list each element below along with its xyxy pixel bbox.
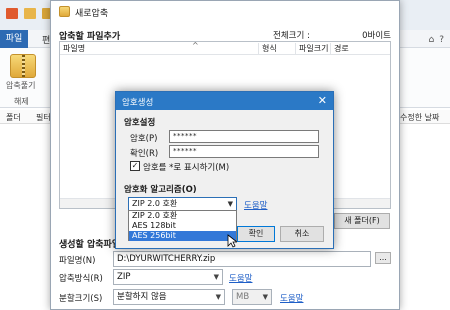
- ok-button[interactable]: 확인: [237, 226, 275, 242]
- window-titlebar[interactable]: 새로압축: [51, 1, 399, 23]
- algorithm-option-highlighted[interactable]: AES 256bit: [129, 231, 236, 241]
- extract-label: 압축풀기: [6, 81, 36, 90]
- chevron-down-icon: ▼: [213, 273, 219, 281]
- cancel-button[interactable]: 취소: [280, 226, 324, 242]
- total-size-label: 전체크기 :: [273, 31, 310, 41]
- confirm-password-label: 확인(R): [130, 149, 159, 159]
- save-icon[interactable]: [6, 8, 18, 19]
- split-label: 분할크기(S): [59, 294, 103, 304]
- split-select[interactable]: 분할하지 않음 ▼: [113, 289, 225, 305]
- algorithm-dropdown-list: ZIP 2.0 호환 AES 128bit AES 256bit: [128, 210, 237, 241]
- algorithm-group-title: 암호화 알고리즘(O): [124, 185, 197, 195]
- home-icon[interactable]: ⌂: [429, 35, 435, 45]
- output-archive-group-title: 생성할 압축파일: [59, 240, 121, 250]
- algorithm-option[interactable]: ZIP 2.0 호환: [129, 211, 236, 221]
- algorithm-option[interactable]: AES 128bit: [129, 221, 236, 231]
- column-filename[interactable]: 파일명: [60, 43, 85, 54]
- ribbon-right-icons: ⌂ ?: [429, 35, 445, 45]
- dialog-title: 암호생성: [122, 98, 154, 108]
- open-folder-icon[interactable]: [24, 8, 36, 19]
- split-select-value: 분할하지 않음: [117, 292, 167, 302]
- column-modified-date[interactable]: 수정한 날짜: [400, 112, 439, 123]
- release-label: 해제: [14, 97, 29, 106]
- confirm-password-field[interactable]: ******: [169, 145, 319, 158]
- mouse-pointer-icon: [227, 234, 237, 248]
- help-icon[interactable]: ?: [439, 35, 444, 45]
- close-icon[interactable]: ✕: [318, 94, 327, 107]
- file-list-header: 파일명 ^ 형식 파일크기 경로: [60, 41, 390, 55]
- algorithm-select[interactable]: ZIP 2.0 호환 ▼: [128, 197, 237, 211]
- show-password-checkbox[interactable]: ✓: [130, 161, 140, 171]
- split-unit-value: MB: [236, 292, 250, 302]
- filename-field[interactable]: D:\DYURWITCHERRY.zip: [113, 251, 371, 267]
- dialog-titlebar[interactable]: 암호생성 ✕: [116, 92, 333, 110]
- archive-app-icon: [59, 6, 70, 17]
- column-filter[interactable]: 필터: [36, 112, 51, 123]
- algorithm-select-value: ZIP 2.0 호환: [132, 199, 178, 208]
- browse-button[interactable]: ...: [375, 252, 391, 264]
- format-label: 압축방식(R): [59, 274, 103, 284]
- extract-zip-icon[interactable]: [10, 54, 36, 78]
- quick-access-toolbar: [6, 8, 54, 19]
- format-select-value: ZIP: [117, 272, 131, 282]
- column-path[interactable]: 경로: [330, 43, 349, 54]
- format-help-link[interactable]: 도움말: [229, 272, 252, 284]
- chevron-down-icon: ▼: [215, 293, 221, 301]
- format-select[interactable]: ZIP ▼: [113, 269, 223, 285]
- password-field[interactable]: ******: [169, 130, 319, 143]
- algorithm-help-link[interactable]: 도움말: [244, 199, 267, 211]
- split-unit-select: MB ▼: [232, 289, 272, 305]
- split-help-link[interactable]: 도움말: [280, 292, 303, 304]
- sort-ascending-icon: ^: [192, 41, 199, 50]
- password-label: 암호(P): [130, 134, 158, 144]
- total-size-value: 0바이트: [362, 31, 391, 41]
- chevron-down-icon: ▼: [262, 293, 268, 301]
- column-folder[interactable]: 폴더: [6, 112, 21, 123]
- show-password-label: 암호를 *로 표시하기(M): [143, 163, 230, 173]
- filename-label: 파일명(N): [59, 256, 96, 266]
- password-group-title: 암호설정: [124, 118, 156, 128]
- new-folder-button[interactable]: 새 폴더(F): [334, 213, 390, 229]
- tab-file[interactable]: 파일: [0, 30, 28, 48]
- window-title: 새로압축: [75, 9, 109, 19]
- chevron-down-icon: ▼: [227, 200, 233, 208]
- column-filesize[interactable]: 파일크기: [295, 43, 328, 54]
- column-type[interactable]: 형식: [258, 43, 277, 54]
